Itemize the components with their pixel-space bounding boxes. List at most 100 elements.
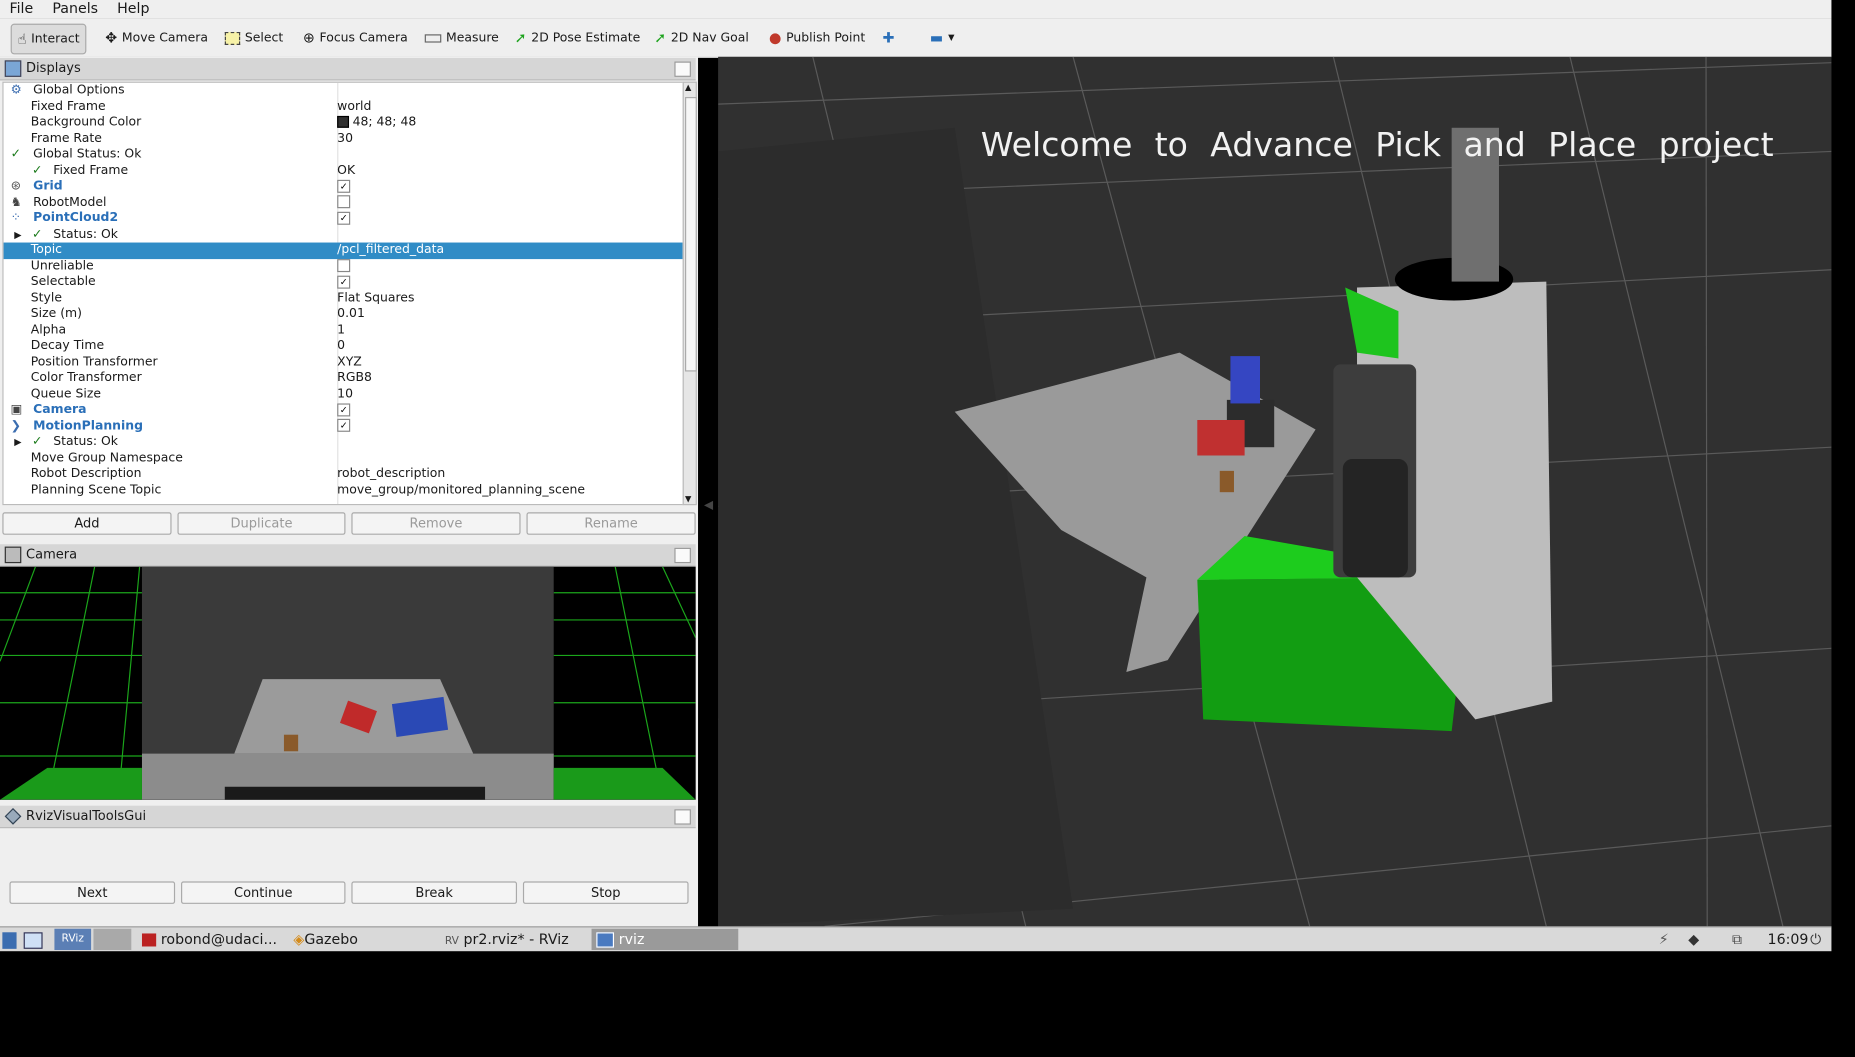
tree-row-fixed-frame-status[interactable]: ✓ Fixed Frame OK (4, 163, 683, 179)
rename-display-button[interactable]: Rename (526, 512, 696, 535)
tree-row-robot-description[interactable]: Robot Description robot_description (4, 466, 683, 482)
publish-point-tool-button[interactable]: ● Publish Point (769, 24, 865, 52)
tree-row-global-options[interactable]: ⚙ Global Options (4, 83, 683, 99)
float-panel-button[interactable] (674, 809, 691, 825)
camera-enabled-checkbox[interactable]: ✓ (337, 402, 351, 416)
selectable-checkbox[interactable]: ✓ (337, 275, 351, 289)
tree-row-alpha[interactable]: Alpha 1 (4, 322, 683, 338)
task-rviz[interactable]: rviz (591, 928, 739, 951)
tree-row-move-group-namespace[interactable]: Move Group Namespace (4, 450, 683, 466)
camera-view[interactable] (0, 566, 696, 800)
interact-tool-button[interactable]: ☝ Interact (10, 23, 87, 55)
rviz-visual-tools-title: RvizVisualToolsGui (26, 808, 147, 824)
2d-pose-estimate-tool-button[interactable]: ➚ 2D Pose Estimate (515, 24, 641, 52)
task-gazebo[interactable]: ◈Gazebo (293, 929, 358, 950)
window-icon (596, 932, 615, 948)
duplicate-display-button[interactable]: Duplicate (177, 512, 346, 535)
displays-scrollbar[interactable]: ▲ ▼ (682, 81, 697, 506)
float-panel-button[interactable] (674, 547, 691, 564)
grid-enabled-checkbox[interactable]: ✓ (337, 179, 351, 193)
shutdown-icon[interactable]: ⏻ (1810, 929, 1821, 950)
next-button[interactable]: Next (9, 881, 176, 904)
tree-row-fixed-frame[interactable]: Fixed Frame world (4, 99, 683, 115)
collapse-arrow-icon[interactable]: ◀ (704, 499, 713, 512)
tree-row-topic[interactable]: Topic /pcl_filtered_data (3, 242, 683, 259)
tree-row-decay-time[interactable]: Decay Time 0 (4, 338, 683, 354)
grid-icon: ⊛ (10, 178, 22, 193)
taskbar: RViz robond@udaci... ◈Gazebo RV pr2.rviz… (0, 926, 1832, 952)
expand-arrow-icon[interactable]: ▶ (14, 434, 21, 450)
network-icon[interactable]: ⧉ (1732, 929, 1742, 950)
motion-planning-icon: ❯ (10, 418, 22, 433)
measure-tool-button[interactable]: Measure (424, 24, 499, 52)
add-tool-button[interactable]: ✚ (883, 24, 900, 52)
diamond-icon (4, 807, 22, 825)
3d-render-view[interactable]: Welcome to Advance Pick and Place projec… (718, 56, 1832, 927)
robot-icon: ♞ (10, 194, 22, 209)
stop-button[interactable]: Stop (522, 881, 689, 904)
scroll-up-icon[interactable]: ▲ (685, 83, 691, 92)
tree-row-pointcloud-status[interactable]: ▶ ✓ Status: Ok (4, 227, 683, 243)
2d-nav-goal-tool-button[interactable]: ➚ 2D Nav Goal (654, 24, 749, 52)
tree-row-unreliable[interactable]: Unreliable (4, 259, 683, 275)
tree-row-selectable[interactable]: Selectable ✓ (4, 274, 683, 290)
tree-row-queue-size[interactable]: Queue Size 10 (4, 386, 683, 402)
float-panel-button[interactable] (674, 61, 691, 77)
expand-arrow-icon[interactable]: ▶ (14, 227, 21, 243)
menu-help[interactable]: Help (108, 0, 155, 17)
add-display-button[interactable]: Add (2, 512, 172, 535)
workspace-1-button[interactable]: RViz (54, 928, 92, 951)
tree-row-global-status[interactable]: ✓ Global Status: Ok (4, 147, 683, 163)
checkmark-icon: ✓ (31, 162, 43, 177)
displays-panel-header: Displays (0, 57, 696, 81)
move-camera-tool-button[interactable]: ✥ Move Camera (105, 24, 208, 52)
tree-row-grid[interactable]: ⊛ Grid ✓ (4, 179, 683, 195)
workspace-2-button[interactable] (93, 928, 132, 951)
monitor-icon (4, 60, 22, 77)
unreliable-checkbox[interactable] (337, 259, 351, 273)
tree-row-robotmodel[interactable]: ♞ RobotModel (4, 195, 683, 211)
tree-row-frame-rate[interactable]: Frame Rate 30 (4, 131, 683, 147)
tree-row-motionplanning[interactable]: ❯ MotionPlanning ✓ (4, 418, 683, 434)
checkmark-icon: ✓ (31, 226, 43, 241)
chevron-down-icon: ▼ (948, 33, 955, 43)
terminal-icon (141, 933, 157, 947)
alert-icon[interactable]: ◆ (1688, 929, 1699, 950)
continue-button[interactable]: Continue (181, 881, 346, 904)
camera-icon (4, 546, 22, 564)
focus-camera-tool-button[interactable]: ⊕ Focus Camera (303, 24, 408, 52)
menu-panels[interactable]: Panels (43, 0, 103, 17)
power-icon[interactable]: ⚡ (1659, 929, 1669, 950)
pointcloud2-enabled-checkbox[interactable]: ✓ (337, 211, 351, 225)
tree-row-motionplanning-status[interactable]: ▶ ✓ Status: Ok (4, 434, 683, 450)
tree-row-camera[interactable]: ▣ Camera ✓ (4, 402, 683, 418)
checkmark-icon: ✓ (10, 146, 22, 161)
tree-row-planning-scene-topic[interactable]: Planning Scene Topic move_group/monitore… (4, 482, 683, 498)
task-terminal[interactable]: robond@udaci... (141, 929, 277, 950)
tree-row-color-transformer[interactable]: Color Transformer RGB8 (4, 370, 683, 386)
task-rviz-window[interactable]: RV pr2.rviz* - RViz (445, 929, 569, 950)
remove-display-button[interactable]: Remove (351, 512, 521, 535)
tree-row-size[interactable]: Size (m) 0.01 (4, 306, 683, 322)
menu-file[interactable]: File (0, 0, 38, 17)
tree-row-style[interactable]: Style Flat Squares (4, 290, 683, 306)
scroll-down-icon[interactable]: ▼ (685, 495, 691, 504)
minus-icon: ▬ (929, 29, 944, 47)
tree-row-pointcloud2[interactable]: ⁘ PointCloud2 ✓ (4, 211, 683, 227)
displays-tree: ⚙ Global Options Fixed Frame world Backg… (2, 81, 684, 506)
show-desktop-icon[interactable] (23, 929, 43, 950)
robotmodel-enabled-checkbox[interactable] (337, 195, 351, 209)
break-button[interactable]: Break (351, 881, 518, 904)
focus-icon: ⊕ (302, 29, 315, 47)
tree-row-background-color[interactable]: Background Color 48; 48; 48 (4, 115, 683, 131)
gazebo-icon: ◈ (293, 931, 305, 948)
app-menu-icon[interactable] (2, 929, 17, 950)
pointcloud-icon: ⁘ (10, 210, 22, 225)
select-tool-button[interactable]: Select (224, 24, 283, 52)
map-pin-icon: ● (769, 29, 782, 47)
motionplanning-enabled-checkbox[interactable]: ✓ (337, 418, 351, 432)
camera-render (0, 566, 696, 800)
remove-tool-button[interactable]: ▬ ▼ (930, 24, 955, 52)
tree-row-position-transformer[interactable]: Position Transformer XYZ (4, 354, 683, 370)
scrollbar-thumb[interactable] (685, 97, 697, 372)
